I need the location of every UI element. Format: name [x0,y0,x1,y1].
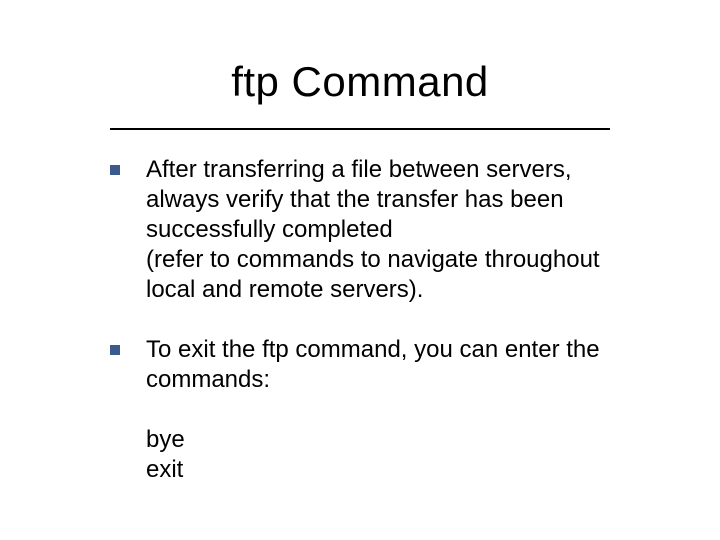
bullet-text: After transferring a file between server… [146,155,650,305]
bullet-text: To exit the ftp command, you can enter t… [146,335,650,395]
slide-content: After transferring a file between server… [110,155,650,485]
bullet-item: After transferring a file between server… [110,155,650,305]
bullet-marker-icon [110,165,120,175]
title-underline [110,128,610,130]
command-list: bye exit [146,425,650,485]
bullet-item: To exit the ftp command, you can enter t… [110,335,650,395]
bullet-marker-icon [110,345,120,355]
slide-title: ftp Command [0,58,720,106]
slide: ftp Command After transferring a file be… [0,0,720,540]
